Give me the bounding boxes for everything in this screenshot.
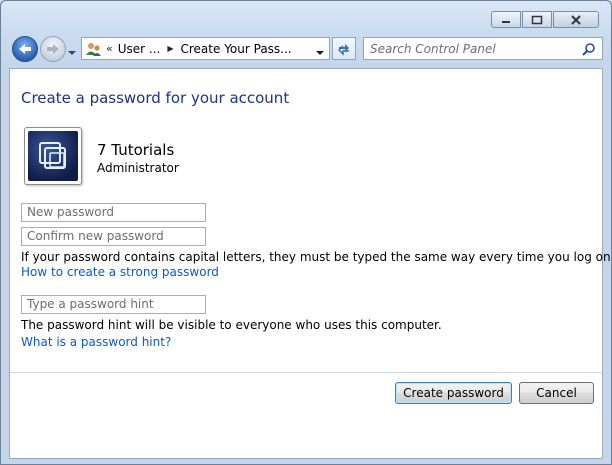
- user-picture-icon: [28, 131, 78, 181]
- chevron-down-icon: [68, 51, 76, 55]
- minimize-button[interactable]: [491, 11, 521, 28]
- maximize-icon: [531, 15, 543, 24]
- back-arrow-icon: [19, 44, 31, 54]
- capital-letters-note: If your password contains capital letter…: [21, 250, 612, 264]
- close-button[interactable]: [553, 11, 599, 28]
- password-hint-field[interactable]: Type a password hint: [21, 295, 206, 314]
- overflow-chevron[interactable]: «: [106, 42, 113, 55]
- confirm-password-field[interactable]: Confirm new password: [21, 227, 206, 246]
- page-title: Create a password for your account: [21, 89, 290, 107]
- forward-arrow-icon: [47, 44, 59, 54]
- refresh-icon: [338, 43, 349, 56]
- close-icon: [571, 14, 581, 25]
- breadcrumb-user-accounts[interactable]: User ...: [118, 42, 161, 56]
- content-pane: Create a password for your account 7 Tut…: [9, 68, 611, 459]
- hint-visibility-note: The password hint will be visible to eve…: [21, 318, 442, 332]
- forward-button[interactable]: [40, 36, 66, 62]
- avatar: [24, 127, 82, 185]
- user-name: 7 Tutorials: [97, 141, 175, 159]
- cancel-button[interactable]: Cancel: [519, 382, 594, 404]
- address-bar[interactable]: « User ... ▶ Create Your Pass...: [81, 37, 330, 60]
- maximize-button[interactable]: [522, 11, 552, 28]
- strong-password-link[interactable]: How to create a strong password: [21, 265, 219, 279]
- search-box[interactable]: Search Control Panel: [363, 37, 603, 60]
- minimize-icon: [502, 20, 510, 23]
- password-hint-link[interactable]: What is a password hint?: [21, 335, 171, 349]
- recent-pages-dropdown[interactable]: [67, 45, 77, 59]
- user-role: Administrator: [97, 161, 179, 175]
- create-password-button[interactable]: Create password: [395, 382, 512, 404]
- divider: [10, 372, 602, 373]
- breadcrumb-separator-icon[interactable]: ▶: [167, 44, 173, 53]
- refresh-button[interactable]: [332, 37, 356, 60]
- control-panel-window: « User ... ▶ Create Your Pass... Search …: [0, 0, 612, 465]
- user-accounts-icon: [86, 42, 102, 56]
- caption-buttons: [490, 11, 599, 28]
- breadcrumb-create-password[interactable]: Create Your Pass...: [181, 42, 292, 56]
- address-dropdown[interactable]: [315, 45, 325, 59]
- chevron-down-icon: [316, 51, 324, 55]
- back-button[interactable]: [12, 36, 38, 62]
- search-input[interactable]: Search Control Panel: [364, 42, 579, 56]
- search-icon[interactable]: [579, 39, 599, 59]
- new-password-field[interactable]: New password: [21, 203, 206, 222]
